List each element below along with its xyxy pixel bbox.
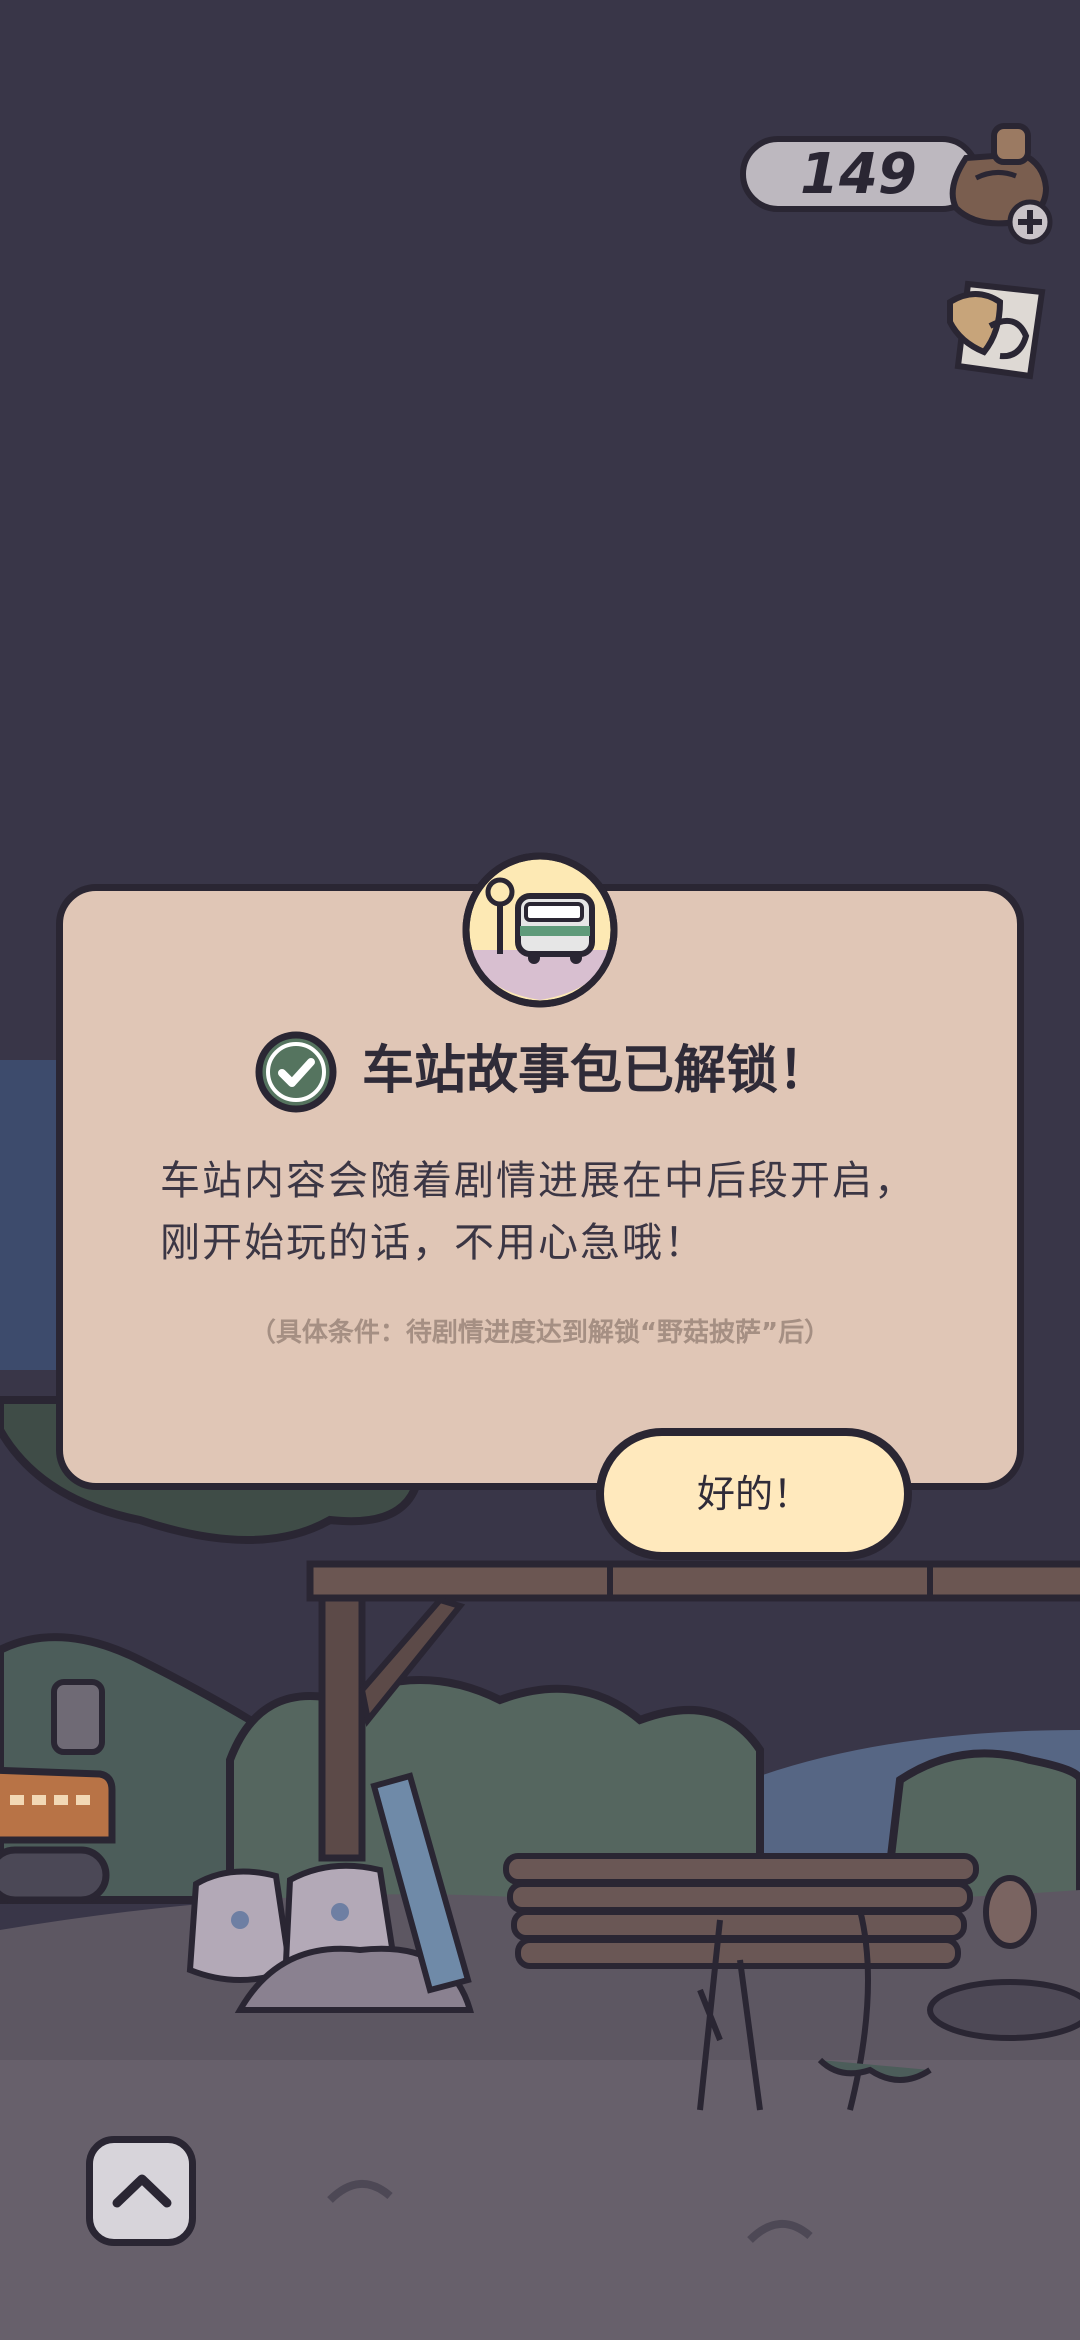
dialog-title: 车站故事包已解锁！ [362,1041,831,1101]
ok-button[interactable]: 好的！ [596,1428,912,1560]
expand-button[interactable] [86,2136,196,2246]
dialog-message-line: 刚开始玩的话，不用心急哦！ [160,1220,706,1266]
dialog-message-line: 车站内容会随着剧情进展在中后段开启， [160,1158,916,1204]
story-card-icon[interactable] [930,272,1060,392]
train-icon [462,852,618,1008]
mushroom-icon[interactable] [936,118,1066,248]
currency-amount: 149 [800,142,917,207]
chevron-up-icon [112,2174,172,2208]
dialog-condition-note: （具体条件：待剧情进度达到解锁“野菇披萨”后） [249,1318,831,1348]
check-icon [255,1031,337,1113]
dialog-message: 车站内容会随着剧情进展在中后段开启， 刚开始玩的话，不用心急哦！ [160,1150,980,1274]
